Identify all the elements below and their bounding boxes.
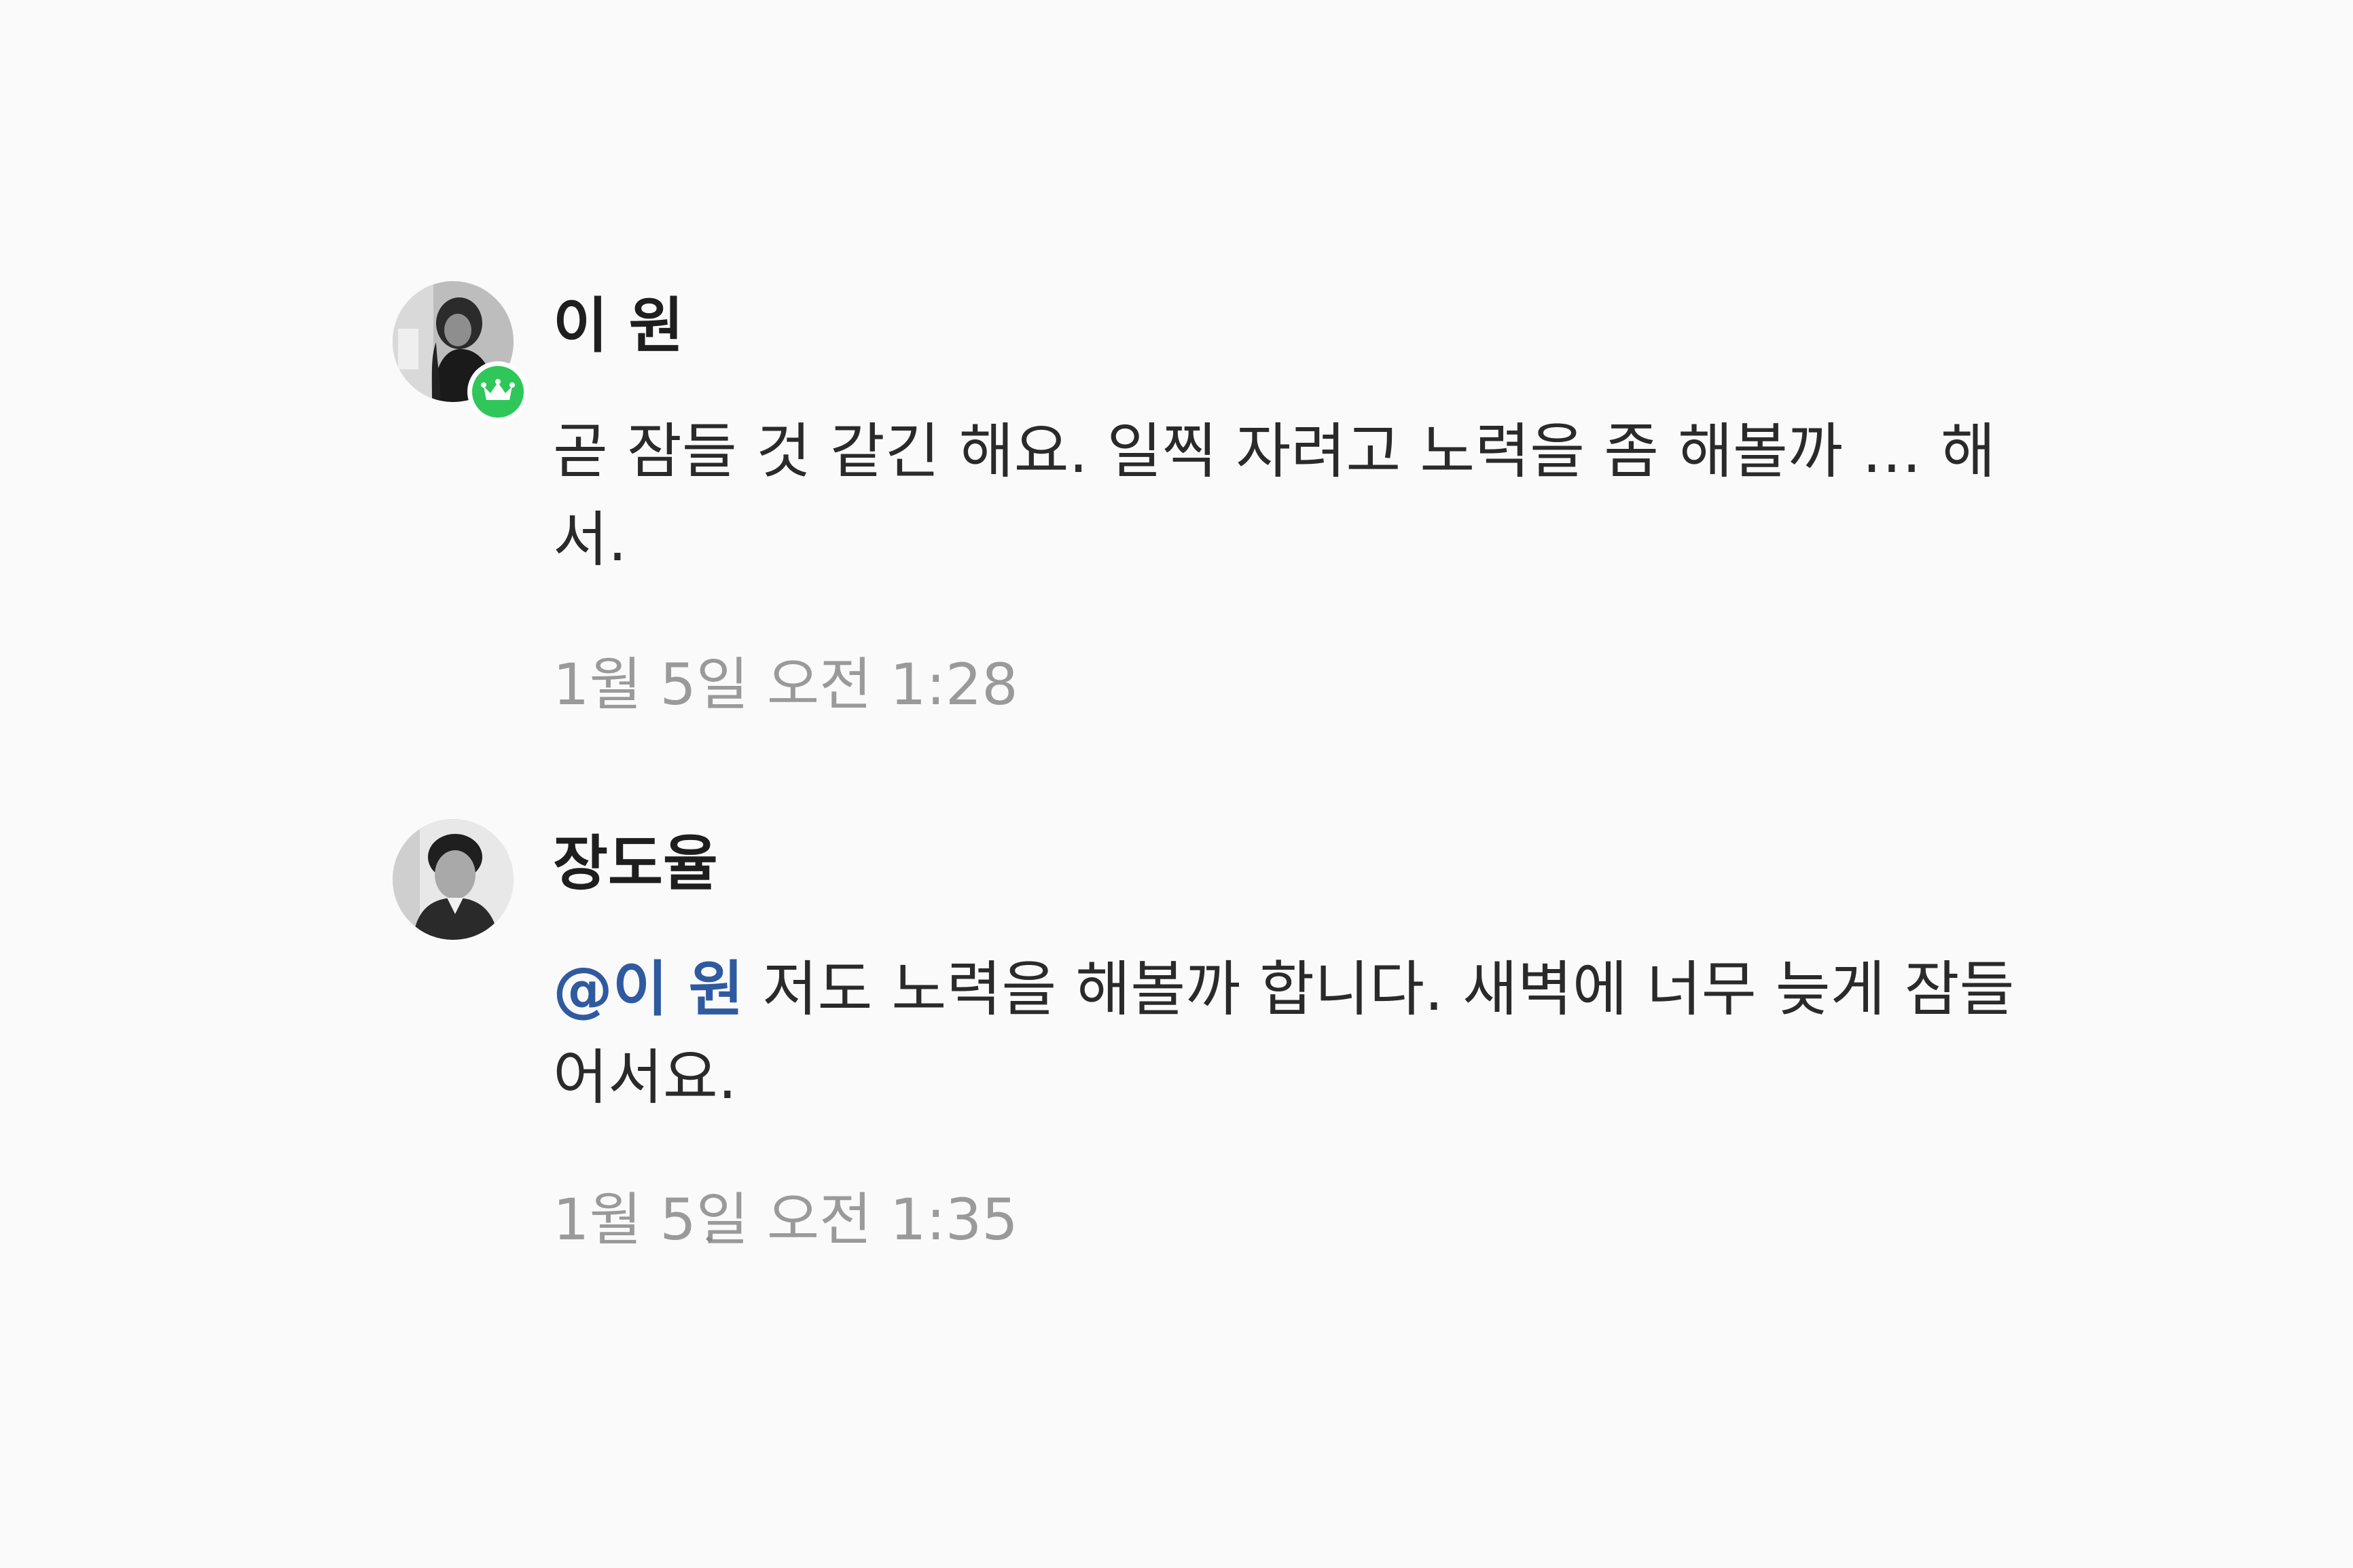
comment-timestamp: 1월 5일 오전 1:35 xyxy=(553,1186,1018,1253)
avatar-photo xyxy=(393,819,514,940)
crown-badge xyxy=(467,361,528,422)
comment-text: @이 원 저도 노력을 해볼까 합니다. 새벽에 너무 늦게 잠들어서요. xyxy=(553,945,2020,1122)
comment-text: 곧 잠들 것 같긴 해요. 일찍 자려고 노력을 좀 해볼까 … 해서. xyxy=(553,416,1996,575)
author-name[interactable]: 장도율 xyxy=(553,834,718,894)
crown-icon xyxy=(472,366,524,418)
avatar[interactable] xyxy=(393,819,514,940)
comment-thread: 이 원 곧 잠들 것 같긴 해요. 일찍 자려고 노력을 좀 해볼까 … 해서.… xyxy=(0,0,2353,1568)
comment-text-content: 저도 노력을 해볼까 합니다. 새벽에 너무 늦게 잠들어서요. xyxy=(553,954,2015,1112)
author-name[interactable]: 이 원 xyxy=(553,296,684,356)
comment-timestamp: 1월 5일 오전 1:28 xyxy=(553,651,1018,718)
mention-link[interactable]: @이 원 xyxy=(553,954,744,1024)
